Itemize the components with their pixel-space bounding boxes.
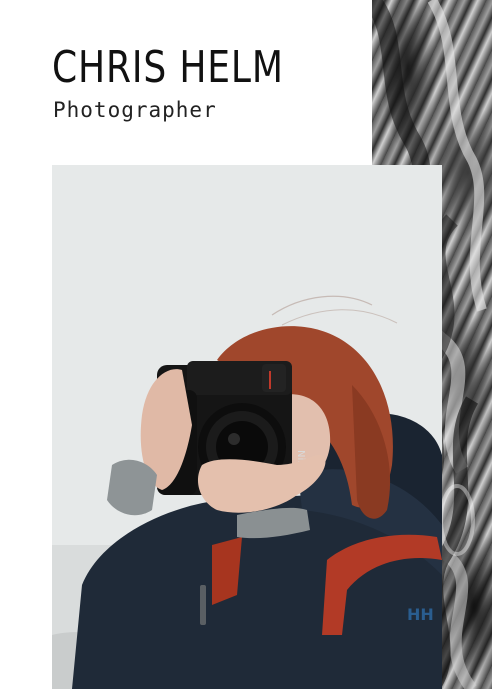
page: CHRIS HELM Photographer HH	[0, 0, 492, 689]
jacket-logo: HH	[407, 605, 434, 624]
page-subtitle: Photographer	[53, 98, 217, 122]
page-title: CHRIS HELM	[52, 42, 284, 93]
hero-photo: Nikon HH	[52, 165, 442, 689]
photographer-illustration: Nikon HH	[52, 165, 442, 689]
